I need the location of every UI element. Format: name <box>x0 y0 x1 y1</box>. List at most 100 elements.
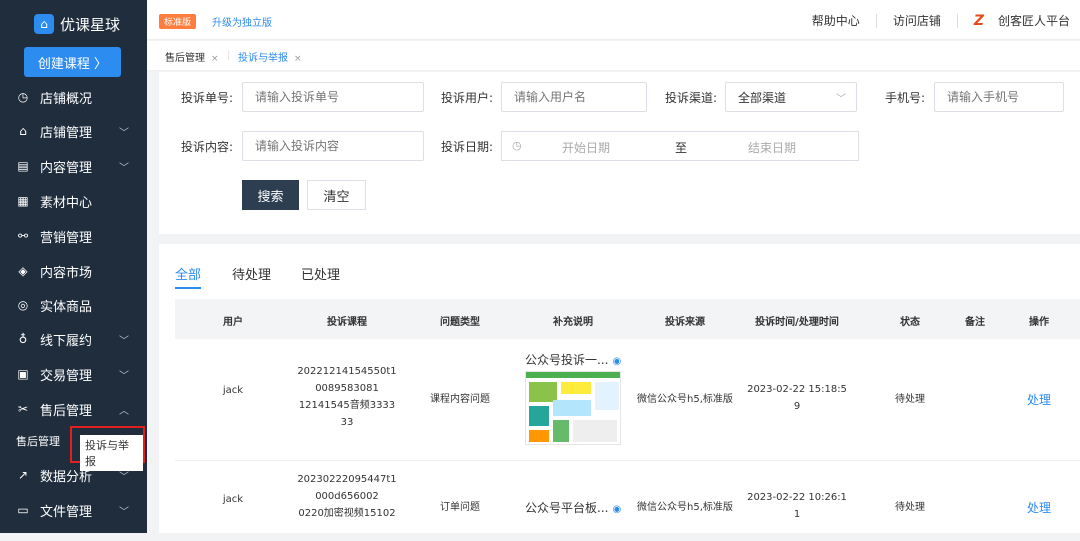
time-line: 2023-02-22 15:18:5 <box>747 384 847 395</box>
submenu-complaints-item[interactable]: 投诉与举报 <box>80 435 143 471</box>
clear-button[interactable]: 清空 <box>307 180 366 210</box>
cell-status: 待处理 <box>895 394 925 405</box>
date-end[interactable]: 结束日期 <box>748 139 796 156</box>
tab-aftersale[interactable]: 售后管理 × <box>165 49 219 64</box>
aftersale-submenu: 售后管理 投诉与举报 <box>0 425 147 471</box>
cell-course: 20230222095447t1 000d656002 0220加密视频1510… <box>292 471 402 522</box>
tab-label: 售后管理 <box>165 53 205 64</box>
table-row: jack 20230222095447t1 000d656002 0220加密视… <box>175 461 1080 541</box>
chevron-up-icon: ︿ <box>119 405 129 417</box>
course-line: 12141545音频3333 <box>298 400 396 411</box>
logo[interactable]: ⌂ 优课星球 <box>34 12 120 36</box>
sidebar-item-label: 内容市场 <box>40 265 93 281</box>
date-start[interactable]: 开始日期 <box>562 139 610 156</box>
cell-source: 微信公众号h5,标准版 <box>637 502 733 513</box>
tab-complaints[interactable]: 投诉与举报 × <box>238 49 302 64</box>
chevron-down-icon: ﹀ <box>119 506 129 518</box>
note-title[interactable]: 公众号平台板... ◉ <box>525 499 621 516</box>
date-range-picker[interactable]: ◷ 开始日期 至 结束日期 <box>501 131 859 161</box>
eye-icon[interactable]: ◉ <box>612 356 621 367</box>
sidebar-item-label: 线下履约 <box>40 333 93 349</box>
time-line: 2023-02-22 10:26:1 <box>747 492 847 503</box>
sidebar-item-store[interactable]: ⌂ 店铺管理 ﹀ <box>0 114 147 148</box>
note-title-text: 公众号投诉一... <box>525 353 609 367</box>
product-icon: ◎ <box>17 298 29 312</box>
time-line: 9 <box>793 401 801 412</box>
cell-status: 待处理 <box>895 502 925 513</box>
submenu-aftersale-label[interactable]: 售后管理 <box>16 433 60 449</box>
sidebar-item-material[interactable]: ▦ 素材中心 <box>0 184 147 218</box>
sidebar-item-label: 素材中心 <box>40 195 93 211</box>
sidebar-item-trade[interactable]: ▣ 交易管理 ﹀ <box>0 357 147 391</box>
sidebar-item-label: 实体商品 <box>40 299 93 315</box>
offline-icon: ♁ <box>18 332 28 346</box>
chevron-down-icon: ﹀ <box>119 162 129 174</box>
clock-icon: ◷ <box>512 139 522 152</box>
cell-user: jack <box>222 494 244 505</box>
sidebar-item-offline[interactable]: ♁ 线下履约 ﹀ <box>0 322 147 356</box>
eye-icon[interactable]: ◉ <box>612 504 621 515</box>
divider <box>875 13 877 28</box>
col-action: 操作 <box>1029 317 1049 328</box>
sidebar-item-market[interactable]: ◈ 内容市场 <box>0 254 147 288</box>
aftersale-icon: ✂ <box>17 402 29 416</box>
time-line: 1 <box>793 509 801 520</box>
sidebar-item-label: 交易管理 <box>40 368 93 384</box>
filter-panel: 投诉单号: 投诉用户: 投诉渠道: 全部渠道 ﹀ 手机号: 投诉内容: 投诉日期… <box>159 72 1080 234</box>
edition-badge: 标准版 <box>159 14 197 29</box>
note-title[interactable]: 公众号投诉一... ◉ <box>525 351 621 368</box>
phone-input[interactable] <box>934 82 1064 112</box>
channel-select[interactable]: 全部渠道 ﹀ <box>725 82 857 112</box>
top-bar: 标准版 升级为独立版 帮助中心 访问店铺 Z 创客匠人平台 <box>147 0 1080 40</box>
store-icon: ⌂ <box>19 124 27 138</box>
course-line: 33 <box>340 417 354 428</box>
process-button[interactable]: 处理 <box>1027 499 1051 516</box>
close-icon[interactable]: × <box>294 54 302 64</box>
complaint-no-input[interactable] <box>242 82 424 112</box>
process-button[interactable]: 处理 <box>1027 391 1051 408</box>
sidebar-item-label: 店铺概况 <box>40 91 93 107</box>
sidebar-item-marketing[interactable]: ⚯ 营销管理 <box>0 219 147 253</box>
create-course-button[interactable]: 创建课程 〉 <box>24 47 121 77</box>
cell-time: 2023-02-22 15:18:5 9 <box>742 381 852 415</box>
help-center-link[interactable]: 帮助中心 <box>812 12 860 29</box>
col-remark: 备注 <box>965 317 985 328</box>
upgrade-link[interactable]: 升级为独立版 <box>212 14 272 29</box>
status-tab-processed[interactable]: 已处理 <box>301 264 340 283</box>
status-tab-all[interactable]: 全部 <box>175 264 201 283</box>
divider <box>956 13 958 28</box>
sidebar-item-label: 售后管理 <box>40 403 93 419</box>
col-source: 投诉来源 <box>665 317 705 328</box>
table-header: 用户 投诉课程 问题类型 补充说明 投诉来源 投诉时间/处理时间 状态 备注 操… <box>175 299 1080 339</box>
logo-text: 优课星球 <box>60 15 121 34</box>
user-input[interactable] <box>501 82 647 112</box>
sidebar-item-label: 内容管理 <box>40 160 93 176</box>
user-label: 投诉用户: <box>441 91 494 105</box>
submenu-highlight: 投诉与举报 <box>70 426 145 471</box>
sidebar-item-content[interactable]: ▤ 内容管理 ﹀ <box>0 149 147 183</box>
platform-link[interactable]: 创客匠人平台 <box>998 12 1070 29</box>
table-row: jack 20221214154550t1 0089583081 1214154… <box>175 339 1080 461</box>
content-icon: ▤ <box>17 159 29 173</box>
close-icon[interactable]: × <box>211 54 219 64</box>
sidebar-item-file[interactable]: ▭ 文件管理 ﹀ <box>0 493 147 527</box>
content-input[interactable] <box>242 131 424 161</box>
content-label: 投诉内容: <box>181 140 234 154</box>
marketing-icon: ⚯ <box>17 229 29 243</box>
analytics-icon: ↗ <box>17 468 29 482</box>
sidebar-item-product[interactable]: ◎ 实体商品 <box>0 288 147 322</box>
sidebar-item-aftersale[interactable]: ✂ 售后管理 ︿ <box>0 392 147 426</box>
search-button[interactable]: 搜索 <box>242 180 299 210</box>
sidebar: ⌂ 优课星球 创建课程 〉 ◷ 店铺概况 ⌂ 店铺管理 ﹀ ▤ 内容管理 ﹀ ▦ 素材中心 ⚯ 营销管… <box>0 0 147 533</box>
visit-store-link[interactable]: 访问店铺 <box>893 12 941 29</box>
col-issue: 问题类型 <box>440 317 480 328</box>
material-icon: ▦ <box>17 194 29 208</box>
col-time: 投诉时间/处理时间 <box>755 317 839 328</box>
complaint-no-label: 投诉单号: <box>181 91 234 105</box>
course-line: 20221214154550t1 <box>297 366 397 377</box>
status-tab-pending[interactable]: 待处理 <box>232 264 271 283</box>
cell-user: jack <box>222 385 244 396</box>
market-icon: ◈ <box>18 264 28 278</box>
sidebar-item-dashboard[interactable]: ◷ 店铺概况 <box>0 80 147 114</box>
screenshot-thumbnail[interactable] <box>525 371 621 445</box>
